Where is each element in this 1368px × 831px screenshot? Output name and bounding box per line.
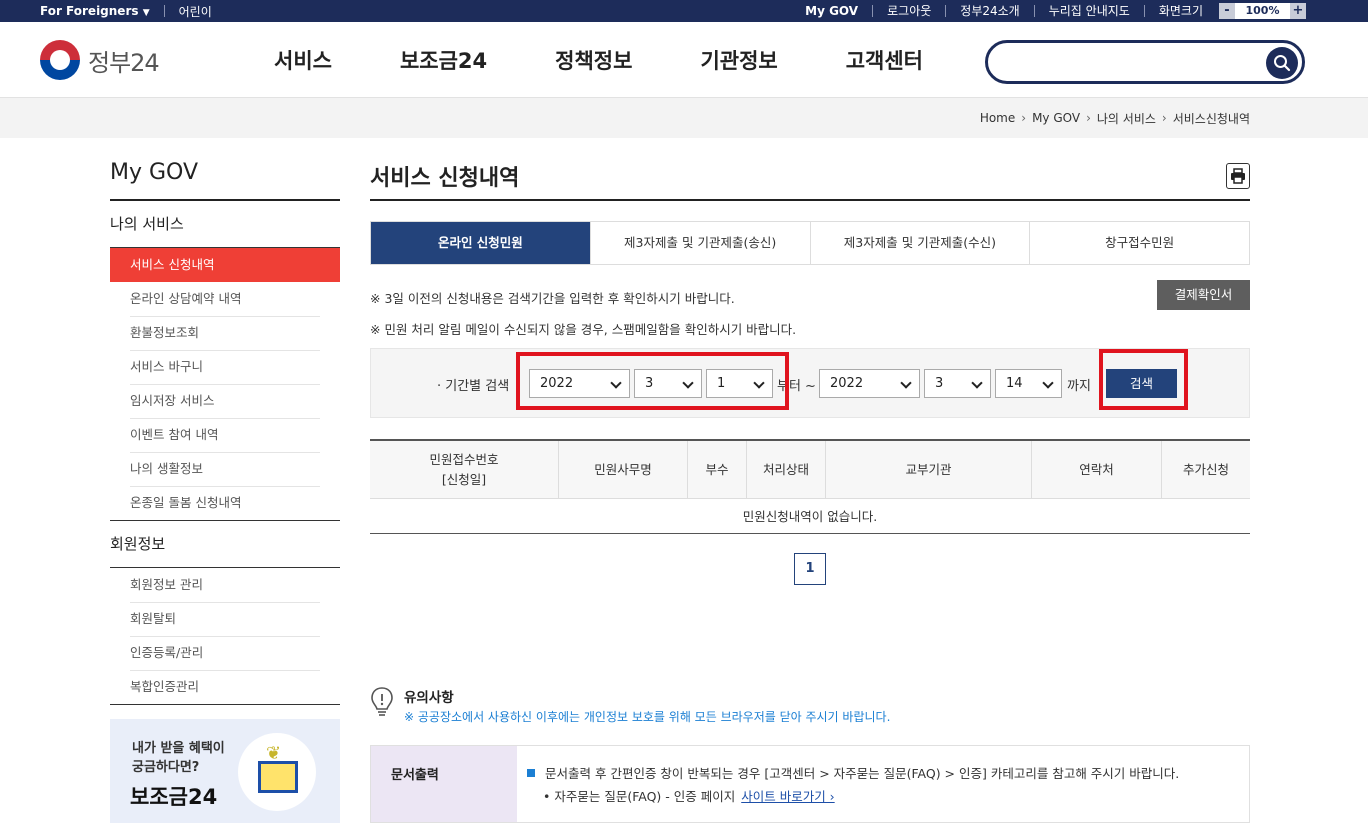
gov24-logo[interactable]: 정부24 — [40, 40, 160, 80]
sidebar-section-my-services: 나의 서비스 — [110, 201, 340, 248]
search-input[interactable] — [1004, 49, 1254, 75]
zoom-label: 화면크기 — [1143, 5, 1217, 17]
to-year-select[interactable]: 2022 — [819, 369, 920, 398]
mygov-link[interactable]: My GOV — [791, 5, 872, 17]
sidebar-item-member-manage[interactable]: 회원정보 관리 — [110, 568, 340, 603]
zoom-value: 100% — [1235, 3, 1290, 19]
info-line-2: • 자주묻는 질문(FAQ) - 인증 페이지 사이트 바로가기 › — [543, 789, 835, 804]
breadcrumb-home[interactable]: Home — [980, 111, 1015, 125]
sidebar-item-temp-save[interactable]: 임시저장 서비스 — [110, 384, 340, 419]
faq-site-link[interactable]: 사이트 바로가기 › — [741, 789, 834, 804]
highlight-box-search-button — [1099, 349, 1188, 410]
to-day-select[interactable]: 14 — [995, 369, 1062, 398]
tab-third-party-received[interactable]: 제3자제출 및 기관제출(수신) — [809, 222, 1030, 264]
sidebar-item-withdraw[interactable]: 회원탈퇴 — [110, 602, 340, 637]
to-text: 까지 — [1067, 379, 1091, 394]
tab-counter-applications[interactable]: 창구접수민원 — [1029, 222, 1249, 264]
utility-bar: For Foreigners ▼ 어린이 My GOV 로그아웃 정부24소개 … — [0, 0, 1368, 22]
sidebar-title: My GOV — [110, 160, 340, 201]
for-foreigners-menu[interactable]: For Foreigners ▼ — [40, 4, 150, 18]
chevron-down-icon: ▼ — [142, 8, 150, 18]
search-icon — [1274, 55, 1291, 72]
highlight-box-from-date — [516, 352, 789, 410]
zoom-control: - 100% + — [1219, 3, 1306, 19]
sidebar-item-service-history[interactable]: 서비스 신청내역 — [110, 248, 340, 282]
chevron-right-icon: › — [1021, 111, 1027, 125]
gift-box-icon — [258, 761, 298, 793]
col-receipt-no: 민원접수번호 [신청일] — [429, 451, 499, 487]
applications-table: 민원접수번호 [신청일] 민원사무명 부수 처리상태 교부기관 연락처 추가신청… — [370, 439, 1250, 534]
square-bullet-icon — [527, 769, 535, 777]
sidebar-item-online-consult[interactable]: 온라인 상담예약 내역 — [110, 282, 340, 317]
page-title: 서비스 신청내역 — [370, 166, 520, 191]
sidebar-item-life-info[interactable]: 나의 생활정보 — [110, 452, 340, 487]
breadcrumb-mygov[interactable]: My GOV — [1032, 111, 1080, 125]
subsidy24-banner[interactable]: 내가 받을 혜택이 궁금하다면? 보조금24 ❦ — [110, 719, 340, 823]
lightbulb-icon — [371, 687, 393, 716]
nav-policy-info[interactable]: 정책정보 — [555, 45, 632, 75]
caution-title: 유의사항 — [404, 690, 454, 706]
site-header: 정부24 서비스 보조금24 정책정보 기관정보 고객센터 — [0, 22, 1368, 98]
banner-title: 보조금24 — [130, 785, 218, 809]
info-label: 문서출력 — [391, 768, 439, 783]
sidebar-list-my-services: 서비스 신청내역 온라인 상담예약 내역 환불정보조회 서비스 바구니 임시저장… — [110, 248, 340, 521]
info-line-1: 문서출력 후 간편인증 창이 반복되는 경우 [고객센터 > 자주묻는 질문(F… — [527, 763, 1179, 782]
notice-text-2: ※ 민원 처리 알림 메일이 수신되지 않을 경우, 스팸메일함을 확인하시기 … — [370, 322, 797, 337]
document-print-info: 문서출력 문서출력 후 간편인증 창이 반복되는 경우 [고객센터 > 자주묻는… — [370, 745, 1250, 823]
search-button[interactable] — [1266, 47, 1298, 79]
sidebar-item-service-basket[interactable]: 서비스 바구니 — [110, 350, 340, 385]
col-copies: 부수 — [687, 441, 746, 498]
print-button[interactable] — [1226, 163, 1250, 189]
col-additional: 추가신청 — [1161, 441, 1250, 498]
nav-services[interactable]: 서비스 — [274, 45, 332, 75]
table-header: 민원접수번호 [신청일] 민원사무명 부수 처리상태 교부기관 연락처 추가신청 — [370, 441, 1250, 499]
payment-receipt-button[interactable]: 결제확인서 — [1157, 280, 1250, 310]
tab-bar: 온라인 신청민원 제3자제출 및 기관제출(송신) 제3자제출 및 기관제출(수… — [370, 221, 1250, 265]
chevron-right-icon: › — [1086, 111, 1091, 125]
sidebar: My GOV 나의 서비스 서비스 신청내역 온라인 상담예약 내역 환불정보조… — [110, 160, 340, 705]
to-month-select[interactable]: 3 — [924, 369, 991, 398]
search-box — [985, 40, 1305, 84]
sidebar-item-allday-care[interactable]: 온종일 돌봄 신청내역 — [110, 486, 340, 520]
sidebar-item-event-history[interactable]: 이벤트 참여 내역 — [110, 418, 340, 453]
divider — [163, 5, 165, 17]
notice-text-1: ※ 3일 이전의 신청내용은 검색기간을 입력한 후 확인하시기 바랍니다. — [370, 291, 735, 306]
kids-link[interactable]: 어린이 — [179, 3, 212, 20]
info-label-cell: 문서출력 — [371, 746, 517, 822]
title-divider — [370, 199, 1250, 201]
col-contact: 연락처 — [1031, 441, 1161, 498]
main-nav: 서비스 보조금24 정책정보 기관정보 고객센터 — [274, 22, 923, 98]
sidebar-section-member-info: 회원정보 — [110, 521, 340, 568]
sidebar-item-multi-auth[interactable]: 복합인증관리 — [110, 670, 340, 704]
logout-link[interactable]: 로그아웃 — [872, 5, 945, 17]
period-search-label: · 기간별 검색 — [437, 379, 510, 394]
col-service-name: 민원사무명 — [558, 441, 687, 498]
sidebar-item-cert-manage[interactable]: 인증등록/관리 — [110, 636, 340, 671]
nav-subsidy24[interactable]: 보조금24 — [400, 45, 487, 75]
pagination-page-1[interactable]: 1 — [794, 553, 826, 585]
sidebar-list-member-info: 회원정보 관리 회원탈퇴 인증등록/관리 복합인증관리 — [110, 568, 340, 705]
col-issuing-agency: 교부기관 — [825, 441, 1031, 498]
printer-icon — [1231, 168, 1245, 184]
caution-text: ※ 공공장소에서 사용하신 이후에는 개인정보 보호를 위해 모든 브라우저를 … — [404, 710, 891, 724]
zoom-in-button[interactable]: + — [1290, 3, 1306, 19]
breadcrumb-bar: Home › My GOV › 나의 서비스 › 서비스신청내역 — [0, 98, 1368, 138]
chevron-right-icon: › — [1161, 111, 1167, 125]
tab-online-applications[interactable]: 온라인 신청민원 — [371, 222, 590, 264]
tab-third-party-sent[interactable]: 제3자제출 및 기관제출(송신) — [589, 222, 810, 264]
banner-text: 내가 받을 혜택이 궁금하다면? — [132, 741, 225, 775]
table-empty-message: 민원신청내역이 없습니다. — [370, 499, 1250, 534]
nav-agency-info[interactable]: 기관정보 — [700, 45, 777, 75]
breadcrumb-current: 서비스신청내역 — [1172, 111, 1250, 126]
nav-customer-center[interactable]: 고객센터 — [846, 45, 923, 75]
col-status: 처리상태 — [746, 441, 825, 498]
sitemap-link[interactable]: 누리집 안내지도 — [1033, 5, 1144, 17]
sidebar-item-refund-info[interactable]: 환불정보조회 — [110, 316, 340, 351]
gov24-intro-link[interactable]: 정부24소개 — [945, 5, 1033, 17]
breadcrumb: Home › My GOV › 나의 서비스 › 서비스신청내역 — [980, 98, 1250, 138]
breadcrumb-my-services[interactable]: 나의 서비스 — [1097, 110, 1156, 127]
zoom-out-button[interactable]: - — [1219, 3, 1235, 19]
taegeuk-logo-icon — [40, 40, 80, 80]
